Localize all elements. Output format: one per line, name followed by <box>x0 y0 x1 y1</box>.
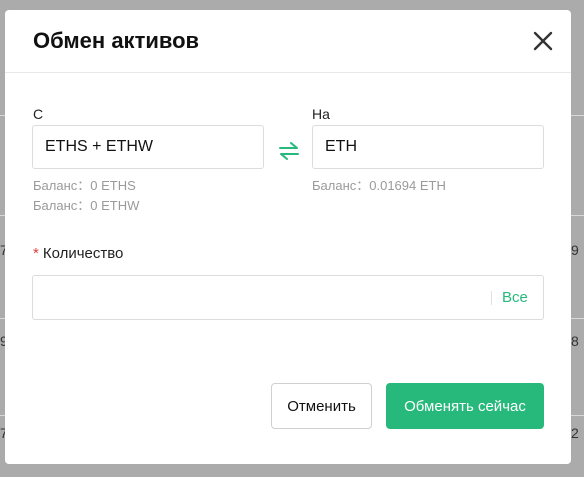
cancel-button[interactable]: Отменить <box>271 383 372 429</box>
to-label: На <box>312 106 330 122</box>
close-button[interactable] <box>531 29 555 53</box>
background-row-value: 8 <box>571 333 579 349</box>
to-balance-eth: Баланс：0.01694 ETH <box>312 178 446 193</box>
background-row-value: 9 <box>571 242 579 258</box>
swap-now-button[interactable]: Обменять сейчас <box>386 383 544 429</box>
to-asset-value: ETH <box>325 138 357 155</box>
from-balance-eths: Баланс：0 ETHS <box>33 178 136 193</box>
amount-label-text: Количество <box>42 245 124 262</box>
from-label: С <box>33 106 44 122</box>
background-row-value: 2 <box>571 425 579 441</box>
close-icon <box>533 31 553 51</box>
modal-title: Обмен активов <box>33 28 200 53</box>
required-marker: * <box>33 245 39 262</box>
amount-label: * Количество <box>33 245 123 262</box>
swap-arrows-icon <box>279 142 299 160</box>
swap-assets-modal: Обмен активов С ETHS + ETHW Баланс：0 ETH… <box>5 10 571 464</box>
amount-field: Все <box>32 275 544 321</box>
modal-header: Обмен активов <box>5 10 571 73</box>
from-balance-ethw: Баланс：0 ETHW <box>33 198 140 213</box>
from-asset-value: ETHS + ETHW <box>45 138 154 155</box>
all-amount-button[interactable]: Все <box>502 289 528 306</box>
from-asset-select[interactable]: ETHS + ETHW <box>32 125 264 169</box>
swap-direction-button[interactable] <box>277 140 301 162</box>
input-divider <box>491 291 492 305</box>
to-asset-select[interactable]: ETH <box>312 125 544 169</box>
amount-input[interactable] <box>43 276 487 321</box>
